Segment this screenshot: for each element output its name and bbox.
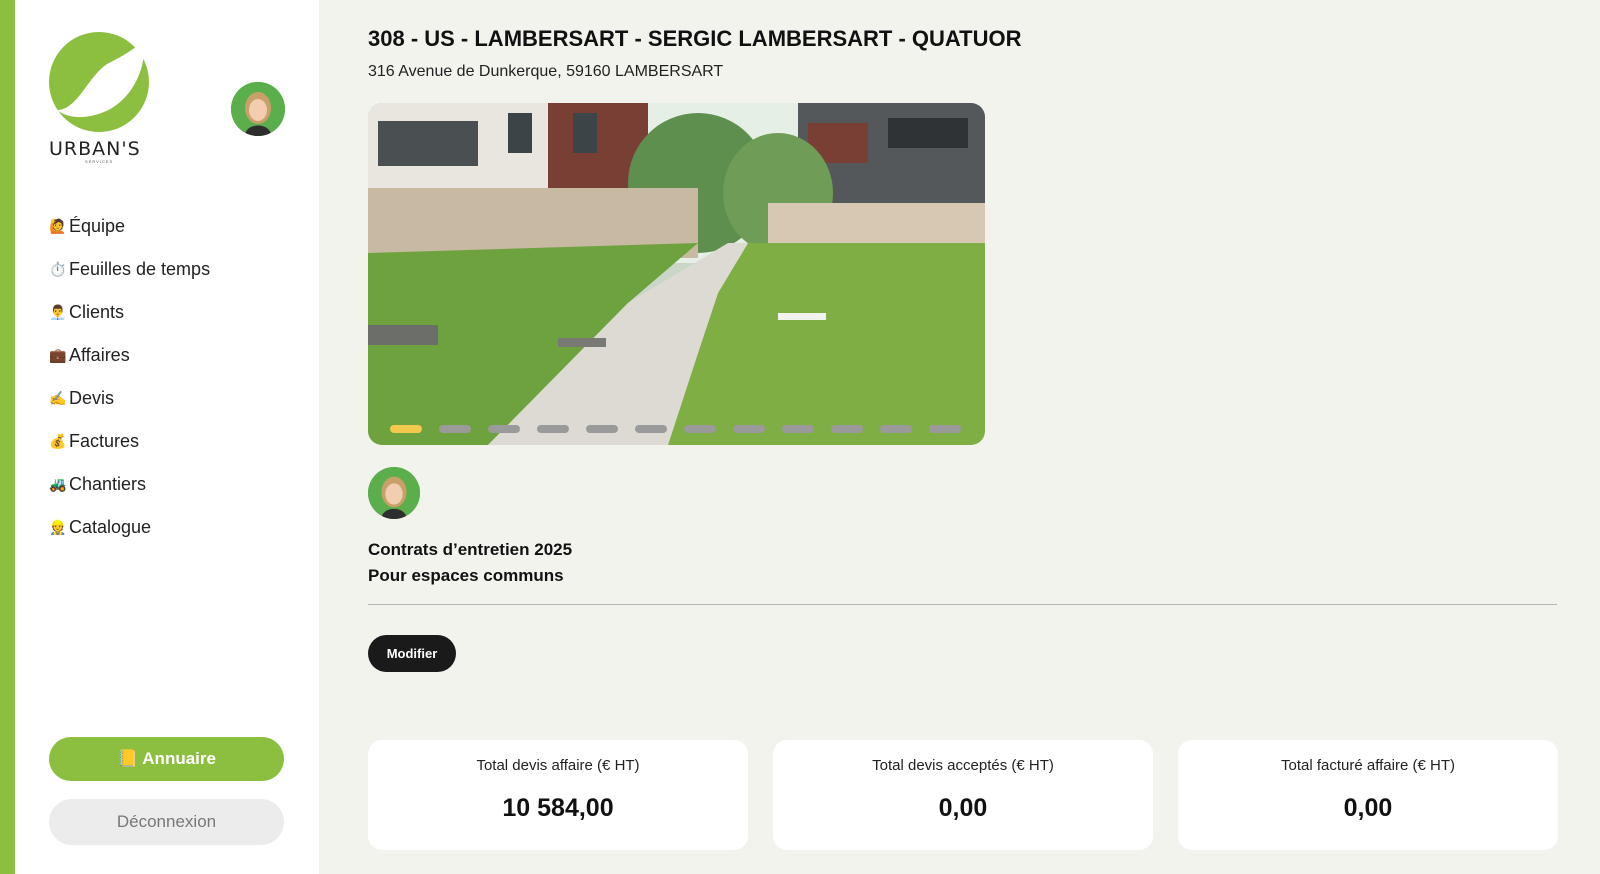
writing-hand-icon: ✍️ — [49, 390, 67, 406]
site-address: 316 Avenue de Dunkerque, 59160 LAMBERSAR… — [368, 63, 724, 80]
stat-value: 10 584,00 — [502, 794, 614, 822]
annuaire-button[interactable]: 📒 Annuaire — [49, 737, 284, 781]
carousel-dot[interactable] — [439, 425, 471, 433]
stat-label: Total facturé affaire (€ HT) — [1281, 757, 1455, 774]
affaire-description: Contrats d’entretien 2025 Pour espaces c… — [368, 537, 572, 589]
sidebar-item-clients[interactable]: 👨‍💼 Clients — [49, 291, 210, 334]
money-bag-icon: 💰 — [49, 433, 67, 449]
sidebar-item-label: Feuilles de temps — [69, 259, 211, 279]
briefcase-icon: 💼 — [49, 347, 67, 363]
section-divider — [368, 604, 1557, 605]
stat-card-devis-acceptes: Total devis acceptés (€ HT) 0,00 — [773, 740, 1153, 850]
sidebar-item-label: Chantiers — [69, 474, 147, 494]
sidebar-item-affaires[interactable]: 💼 Affaires — [49, 334, 210, 377]
description-line: Pour espaces communs — [368, 566, 564, 585]
sidebar-accent-strip — [0, 0, 15, 874]
description-line: Contrats d’entretien 2025 — [368, 540, 573, 559]
tractor-icon: 🚜 — [49, 476, 67, 492]
carousel-dot[interactable] — [684, 425, 716, 433]
notebook-icon: 📒 — [117, 749, 139, 768]
sidebar-item-catalogue[interactable]: 👷 Catalogue — [49, 506, 210, 549]
sidebar-item-factures[interactable]: 💰 Factures — [49, 420, 210, 463]
sidebar-item-label: Équipe — [69, 216, 126, 236]
stat-card-total-facture: Total facturé affaire (€ HT) 0,00 — [1178, 740, 1558, 850]
sidebar-item-devis[interactable]: ✍️ Devis — [49, 377, 210, 420]
stat-value: 0,00 — [1343, 794, 1393, 822]
page-title: 308 - US - LAMBERSART - SERGIC LAMBERSAR… — [368, 26, 1022, 51]
carousel-dot-active[interactable] — [390, 425, 422, 433]
logout-button[interactable]: Déconnexion — [49, 799, 284, 845]
stat-value: 0,00 — [938, 794, 988, 822]
carousel-dot[interactable] — [782, 425, 814, 433]
carousel-dot[interactable] — [929, 425, 961, 433]
sidebar-item-chantiers[interactable]: 🚜 Chantiers — [49, 463, 210, 506]
edit-button[interactable]: Modifier — [368, 635, 456, 672]
brand-logo[interactable]: URBAN'S SERVICES — [49, 32, 159, 164]
stat-label: Total devis affaire (€ HT) — [476, 757, 640, 774]
sidebar: URBAN'S SERVICES 🙋 Équipe ⏱️ Feuilles de… — [15, 0, 319, 874]
annuaire-label: Annuaire — [142, 749, 216, 768]
sidebar-item-label: Devis — [69, 388, 115, 408]
carousel-dot[interactable] — [733, 425, 765, 433]
carousel-dot[interactable] — [831, 425, 863, 433]
leaf-logo-icon — [49, 32, 149, 132]
brand-name: URBAN'S — [49, 138, 141, 160]
construction-worker-icon: 👷 — [49, 519, 67, 535]
stat-card-total-devis: Total devis affaire (€ HT) 10 584,00 — [368, 740, 748, 850]
sidebar-nav: 🙋 Équipe ⏱️ Feuilles de temps 👨‍💼 Client… — [49, 205, 210, 549]
sidebar-item-label: Clients — [69, 302, 125, 322]
sidebar-item-equipe[interactable]: 🙋 Équipe — [49, 205, 210, 248]
carousel-photo — [368, 103, 985, 445]
stopwatch-icon: ⏱️ — [49, 261, 67, 277]
stat-label: Total devis acceptés (€ HT) — [872, 757, 1054, 774]
carousel-dots — [390, 425, 961, 433]
assignee-avatar[interactable] — [368, 467, 420, 519]
carousel-dot[interactable] — [537, 425, 569, 433]
carousel-dot[interactable] — [635, 425, 667, 433]
carousel-dot[interactable] — [880, 425, 912, 433]
photo-carousel[interactable] — [368, 103, 985, 445]
sidebar-item-feuilles-de-temps[interactable]: ⏱️ Feuilles de temps — [49, 248, 210, 291]
user-avatar[interactable] — [231, 82, 285, 136]
carousel-dot[interactable] — [488, 425, 520, 433]
sidebar-item-label: Catalogue — [69, 517, 152, 537]
sidebar-item-label: Affaires — [69, 345, 130, 365]
raising-hand-icon: 🙋 — [49, 218, 67, 234]
carousel-dot[interactable] — [586, 425, 618, 433]
sidebar-item-label: Factures — [69, 431, 140, 451]
office-worker-icon: 👨‍💼 — [49, 304, 67, 320]
